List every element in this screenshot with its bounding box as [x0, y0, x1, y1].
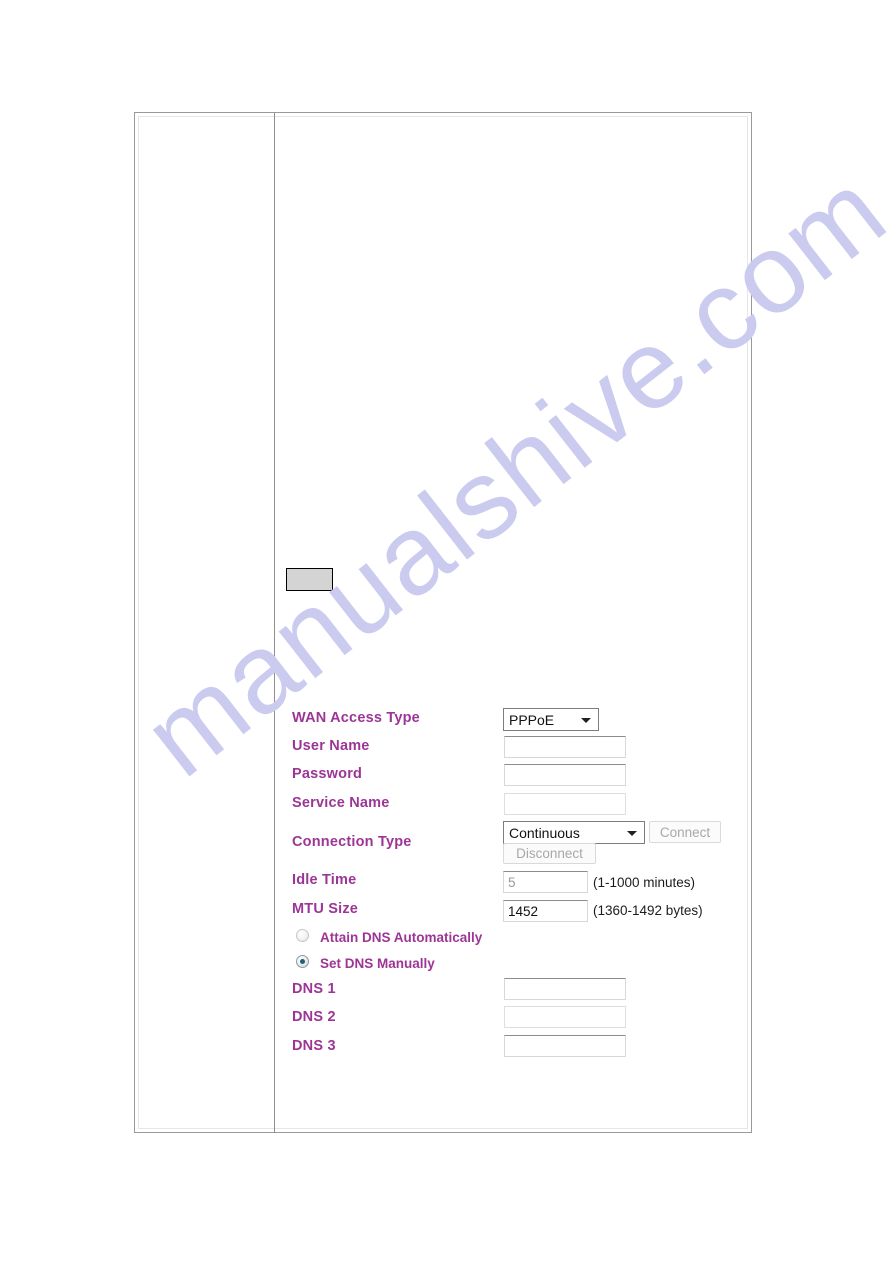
dns1-label: DNS 1 — [292, 981, 336, 997]
set-dns-manually-label: Set DNS Manually — [320, 956, 435, 971]
connection-type-value: Continuous — [509, 824, 580, 841]
attain-dns-automatically-radio[interactable] — [296, 929, 309, 942]
attain-dns-automatically-label: Attain DNS Automatically — [320, 930, 483, 945]
service-name-input[interactable] — [504, 793, 626, 815]
idle-time-label: Idle Time — [292, 872, 357, 888]
connection-type-select[interactable]: Continuous — [503, 821, 645, 844]
mtu-size-label: MTU Size — [292, 901, 359, 917]
password-label: Password — [292, 766, 363, 782]
chevron-down-icon — [581, 717, 591, 723]
password-input[interactable] — [504, 764, 626, 786]
dns3-label: DNS 3 — [292, 1038, 336, 1054]
dns1-input[interactable] — [504, 978, 626, 1000]
set-dns-manually-radio[interactable] — [296, 955, 309, 968]
chevron-down-icon — [627, 830, 637, 836]
idle-time-hint: (1-1000 minutes) — [593, 875, 696, 890]
connect-button[interactable]: Connect — [649, 821, 721, 843]
mtu-size-hint: (1360-1492 bytes) — [593, 903, 703, 918]
user-name-input[interactable] — [504, 736, 626, 758]
left-sidebar-column — [134, 112, 275, 1133]
wan-settings-form: WAN Access Type PPPoE User Name Password… — [275, 112, 752, 1133]
section-title-button[interactable] — [286, 568, 333, 591]
mtu-size-input[interactable] — [503, 900, 588, 922]
wan-access-type-select[interactable]: PPPoE — [503, 708, 599, 731]
connection-type-label: Connection Type — [292, 834, 412, 850]
wan-access-type-label: WAN Access Type — [292, 710, 420, 726]
disconnect-button[interactable]: Disconnect — [503, 843, 596, 864]
wan-access-type-value: PPPoE — [509, 711, 555, 728]
user-name-label: User Name — [292, 738, 370, 754]
dns2-label: DNS 2 — [292, 1009, 336, 1025]
service-name-label: Service Name — [292, 795, 390, 811]
dns2-input[interactable] — [504, 1006, 626, 1028]
dns3-input[interactable] — [504, 1035, 626, 1057]
idle-time-input[interactable] — [503, 871, 588, 893]
